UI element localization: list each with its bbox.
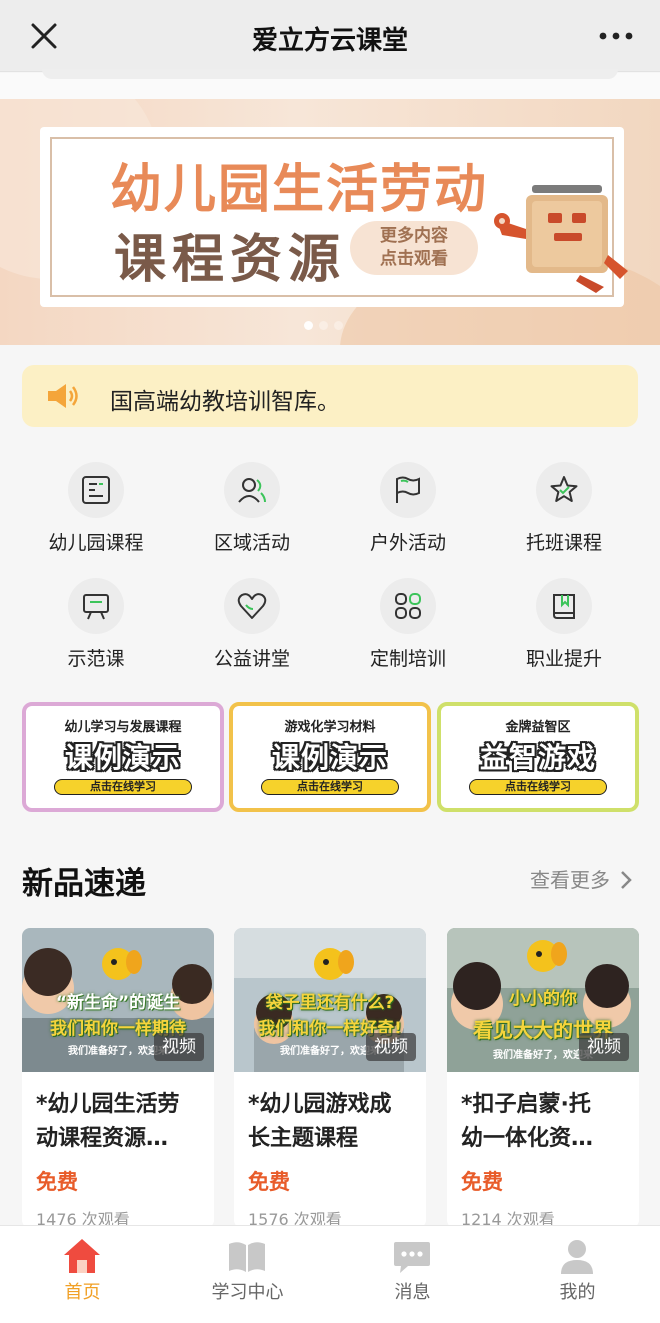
promo-title: 益智游戏 — [479, 741, 596, 774]
promo-learn-button[interactable]: 点击在线学习 — [54, 779, 192, 795]
robot-toolbox-icon — [494, 185, 628, 293]
product-name: *幼儿园游戏成 长主题课程 — [248, 1092, 392, 1151]
header-divider — [0, 69, 660, 99]
product-price: 免费 — [248, 1170, 290, 1194]
view-more-link[interactable]: 查看更多 — [530, 864, 632, 893]
thumbnail-caption-1: 小小的你 — [509, 989, 577, 1009]
product-card[interactable]: “新生命”的诞生 我们和你一样期待 我们准备好了，欢迎来 视频 *幼儿园生活劳动… — [22, 928, 214, 1228]
product-price: 免费 — [36, 1170, 78, 1194]
person-icon — [561, 1240, 593, 1274]
notice-text: 国高端幼教培训智库。 — [110, 389, 340, 415]
home-icon — [64, 1239, 100, 1273]
promo-title: 课例演示 — [64, 741, 181, 774]
tab-home[interactable]: 首页 — [0, 1226, 165, 1323]
product-name: *幼儿园生活劳 动课程资源… — [36, 1092, 180, 1151]
category-label: 幼儿园课程 — [48, 532, 144, 554]
title-bar: 爱立方云课堂 — [0, 0, 660, 72]
category-kindergarten-course[interactable]: 幼儿园课程 — [18, 462, 174, 572]
product-card[interactable]: 袋子里还有什么? 我们和你一样好奇! 我们准备好了，欢迎来 视频 *幼儿园游戏成… — [234, 928, 426, 1228]
category-label: 区域活动 — [213, 532, 290, 554]
chevron-right-icon — [621, 871, 632, 889]
star-icon — [550, 476, 578, 502]
banner-cta-line1: 更多内容 — [380, 226, 448, 246]
promo-card-game-material[interactable]: 游戏化学习材料 课例演示 点击在线学习 — [229, 702, 431, 812]
presentation-icon — [83, 594, 109, 620]
category-area-activity[interactable]: 区域活动 — [174, 462, 330, 572]
banner-title: 幼儿园生活劳动 — [110, 160, 489, 220]
notice-bar[interactable]: 国高端幼教培训智库。 — [22, 365, 638, 427]
promo-learn-button[interactable]: 点击在线学习 — [261, 779, 399, 795]
category-career-growth[interactable]: 职业提升 — [486, 578, 642, 688]
promo-subtitle: 幼儿学习与发展课程 — [64, 720, 182, 735]
tab-learning-center[interactable]: 学习中心 — [165, 1226, 330, 1323]
open-book-icon — [229, 1242, 265, 1272]
product-name: *扣子启蒙·托 幼一体化资… — [461, 1092, 594, 1151]
tab-label: 消息 — [394, 1282, 431, 1303]
heart-icon — [237, 593, 267, 619]
thumbnail-caption-1: 袋子里还有什么? — [265, 993, 395, 1013]
speaker-icon — [48, 384, 78, 408]
promo-card-course-demo[interactable]: 幼儿学习与发展课程 课例演示 点击在线学习 — [22, 702, 224, 812]
product-price: 免费 — [461, 1170, 503, 1194]
category-custom-training[interactable]: 定制培训 — [330, 578, 486, 688]
promo-learn-button[interactable]: 点击在线学习 — [469, 779, 607, 795]
category-label: 职业提升 — [525, 648, 602, 670]
tab-mine[interactable]: 我的 — [495, 1226, 660, 1323]
view-more-label: 查看更多 — [530, 868, 610, 892]
users-icon — [238, 478, 266, 503]
video-badge: 视频 — [579, 1033, 629, 1061]
banner-cta-line2: 点击观看 — [380, 249, 448, 269]
more-icon[interactable] — [598, 22, 634, 50]
category-label: 定制培训 — [369, 648, 446, 670]
category-nursery-course[interactable]: 托班课程 — [486, 462, 642, 572]
flag-icon — [396, 476, 420, 503]
thumbnail-caption-1: “新生命”的诞生 — [55, 993, 181, 1013]
book-icon — [553, 594, 575, 619]
tab-messages[interactable]: 消息 — [330, 1226, 495, 1323]
category-label: 托班课程 — [525, 532, 602, 554]
tab-label: 学习中心 — [211, 1282, 284, 1303]
grid-icon — [395, 593, 421, 619]
bottom-tab-bar: 首页 学习中心 消息 我的 — [0, 1225, 660, 1323]
video-badge: 视频 — [366, 1033, 416, 1061]
tab-label: 首页 — [64, 1282, 101, 1303]
category-demo-class[interactable]: 示范课 — [18, 578, 174, 688]
promo-card-puzzle-game[interactable]: 金牌益智区 益智游戏 点击在线学习 — [437, 702, 639, 812]
section-title: 新品速递 — [22, 866, 146, 902]
category-label: 示范课 — [67, 648, 125, 670]
promo-subtitle: 游戏化学习材料 — [284, 720, 376, 735]
document-icon — [82, 476, 110, 504]
banner-subtitle: 课程资源 — [114, 230, 347, 290]
promo-subtitle: 金牌益智区 — [505, 720, 571, 735]
tab-label: 我的 — [559, 1282, 596, 1303]
product-card[interactable]: 小小的你 看见大大的世界 我们准备好了，欢迎来 视频 *扣子启蒙·托 幼一体化资…… — [447, 928, 639, 1228]
carousel-dots — [304, 315, 349, 334]
category-public-lecture[interactable]: 公益讲堂 — [174, 578, 330, 688]
category-label: 公益讲堂 — [213, 648, 290, 670]
video-badge: 视频 — [154, 1033, 204, 1061]
banner-cta[interactable]: 更多内容 点击观看 — [350, 221, 478, 275]
chat-icon — [394, 1242, 430, 1273]
promo-title: 课例演示 — [271, 741, 388, 774]
banner-carousel[interactable]: 幼儿园生活劳动 课程资源 更多内容 点击观看 — [0, 99, 660, 345]
category-outdoor-activity[interactable]: 户外活动 — [330, 462, 486, 572]
category-label: 户外活动 — [369, 532, 446, 554]
page-title: 爱立方云课堂 — [251, 26, 408, 56]
